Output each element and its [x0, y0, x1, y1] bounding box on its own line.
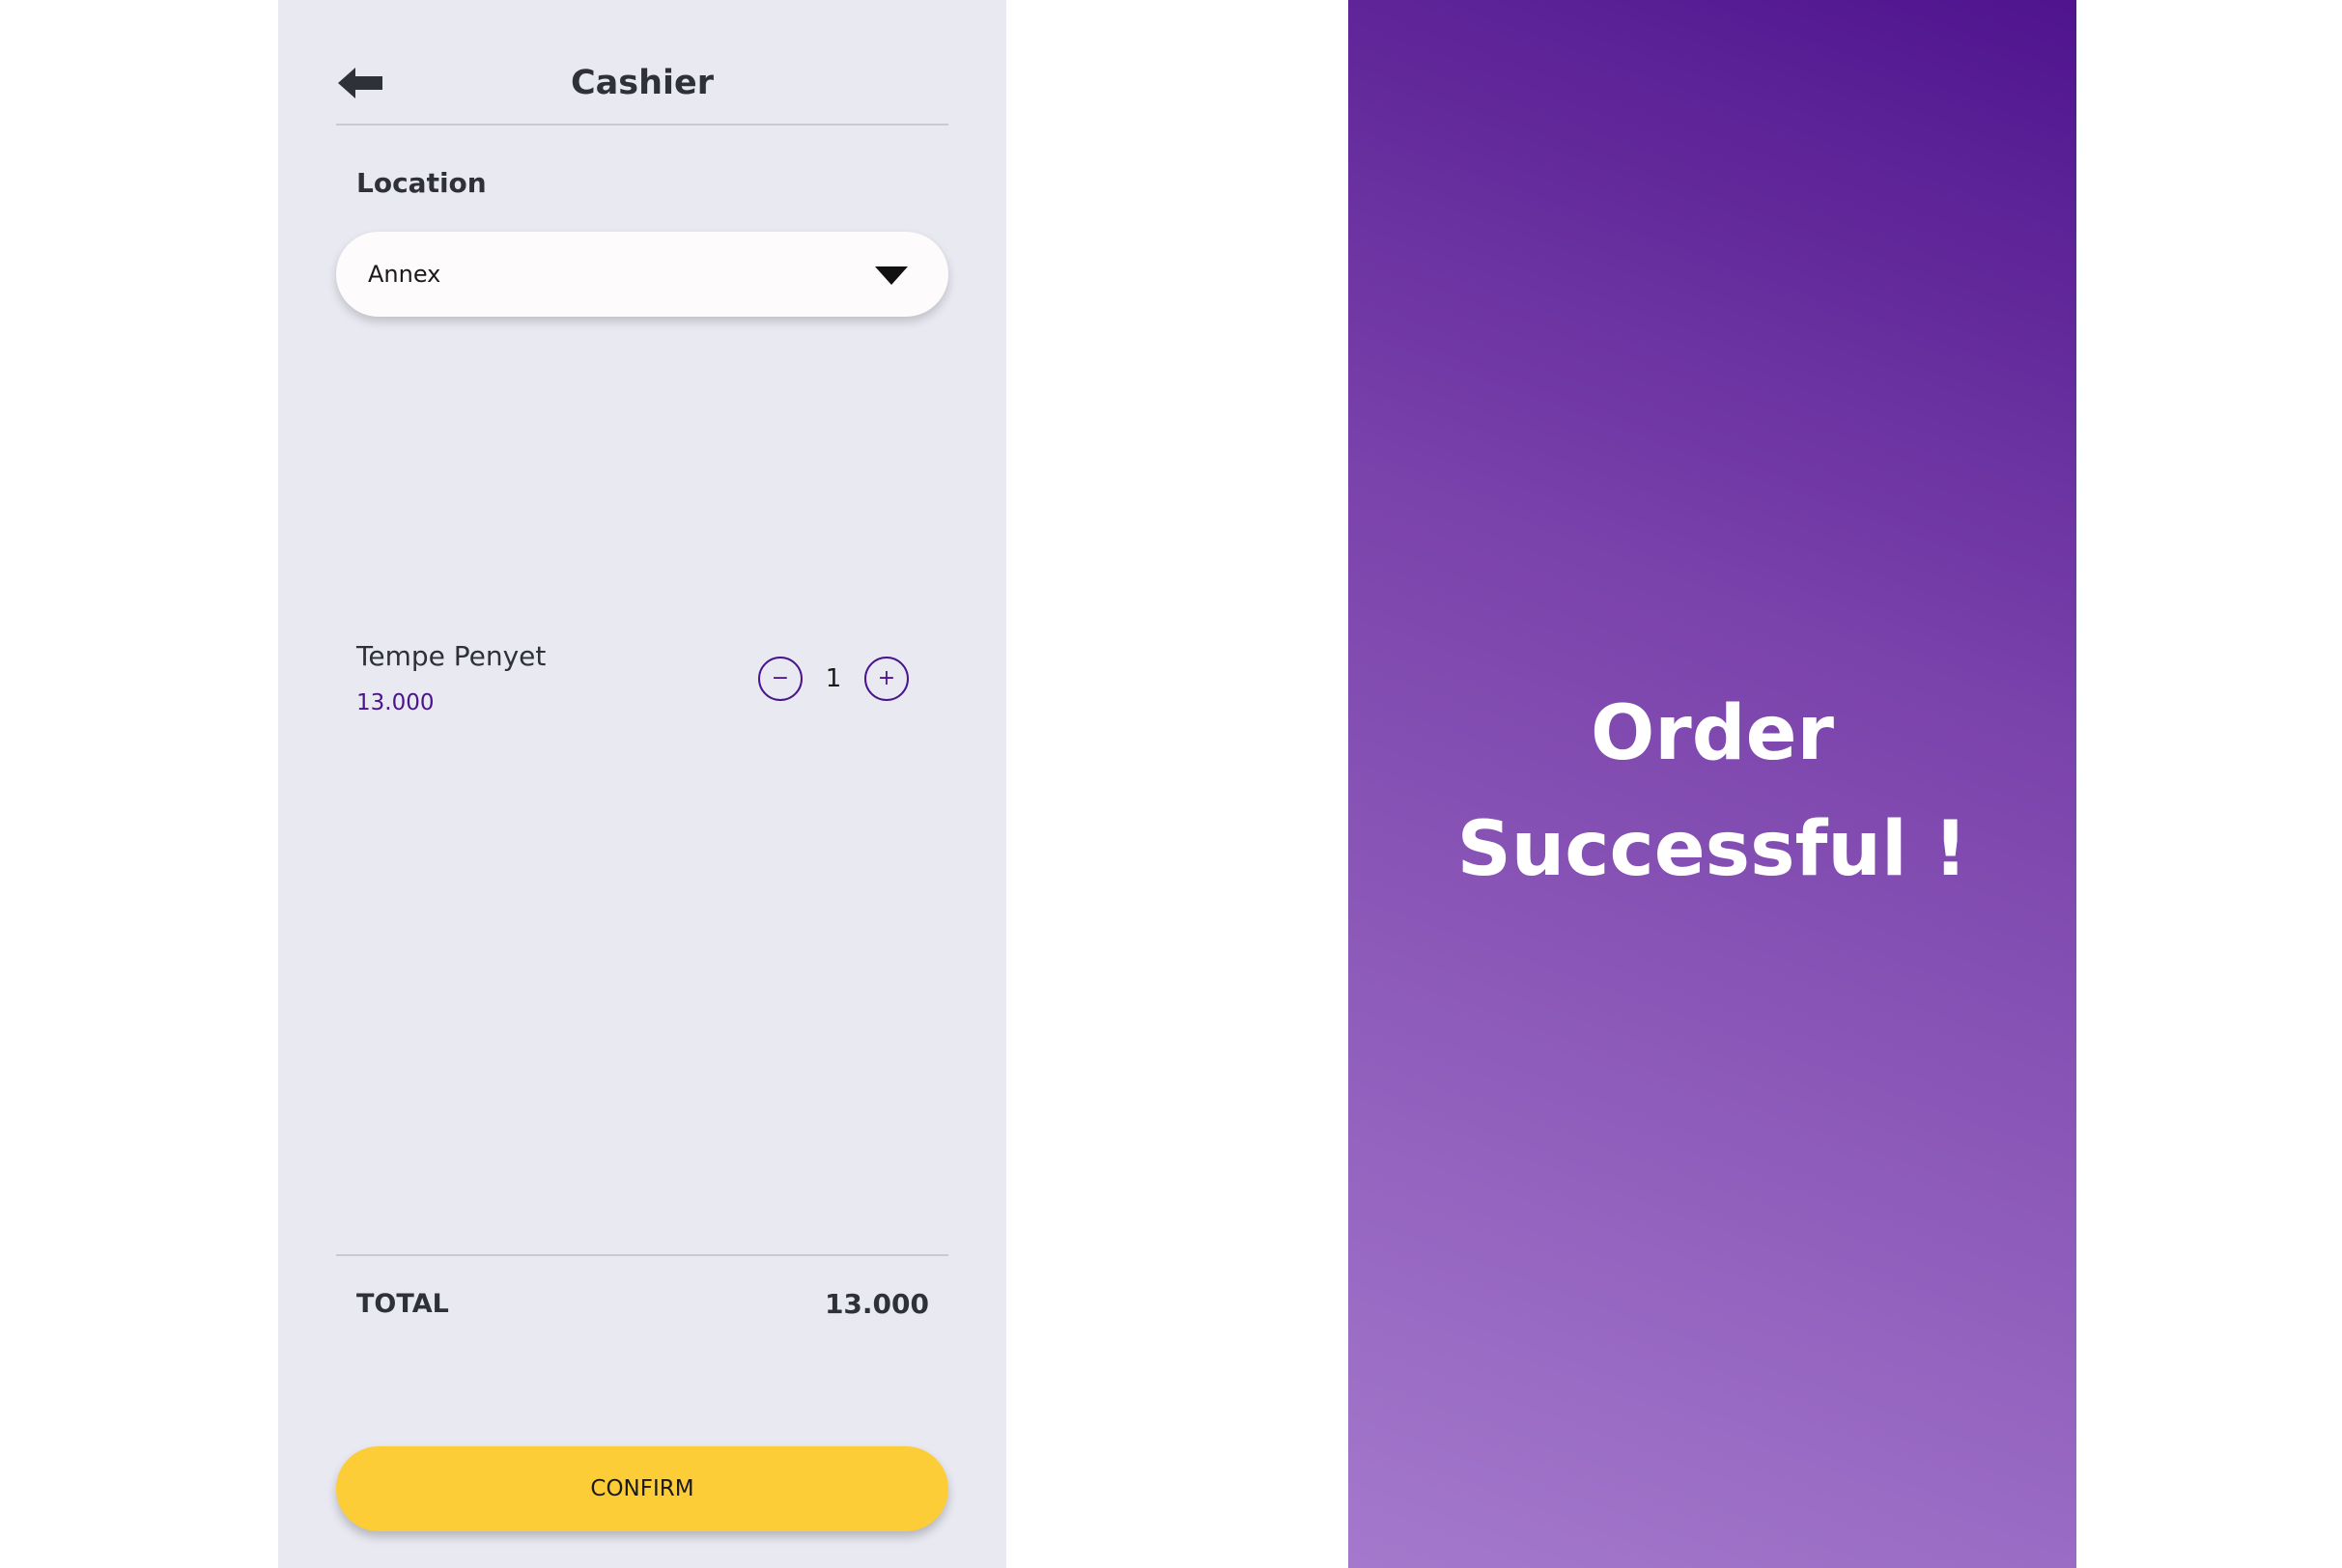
quantity-value: 1 — [825, 664, 842, 693]
location-dropdown[interactable]: Annex — [336, 232, 948, 317]
total-row: TOTAL 13.000 — [336, 1254, 948, 1333]
success-message: Order Successful ! — [1348, 676, 2076, 908]
confirm-button[interactable]: CONFIRM — [336, 1446, 948, 1531]
total-label: TOTAL — [356, 1289, 449, 1319]
success-line-2: Successful ! — [1456, 806, 1968, 893]
list-item: Tempe Penyet 13.000 − 1 + — [336, 637, 948, 734]
success-line-1: Order — [1591, 690, 1834, 777]
location-selected-value: Annex — [368, 261, 441, 288]
total-value: 13.000 — [824, 1288, 929, 1320]
item-price: 13.000 — [356, 690, 435, 715]
header: Cashier — [336, 0, 948, 126]
location-label: Location — [356, 167, 487, 199]
page-title: Cashier — [570, 64, 715, 102]
decrement-button[interactable]: − — [758, 657, 803, 701]
increment-button[interactable]: + — [864, 657, 909, 701]
chevron-down-icon — [875, 266, 908, 285]
item-name: Tempe Penyet — [356, 640, 547, 672]
cashier-screen: Cashier Location Annex Tempe Penyet 13.0… — [278, 0, 1006, 1568]
order-success-screen: Order Successful ! — [1348, 0, 2076, 1568]
